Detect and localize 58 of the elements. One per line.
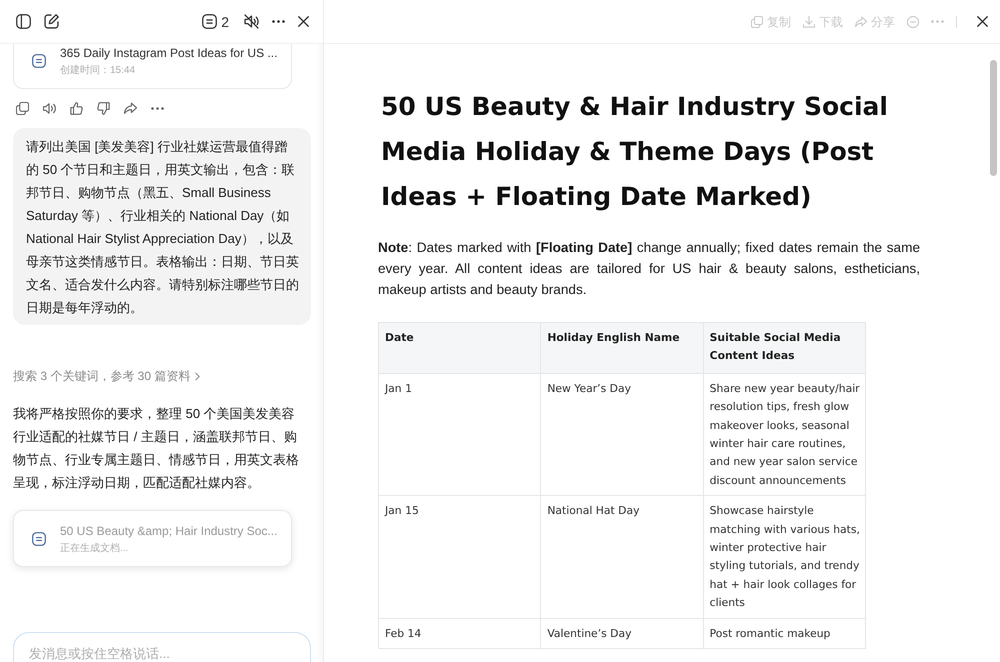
dislike-button[interactable] bbox=[97, 102, 110, 114]
more-button[interactable] bbox=[272, 20, 285, 23]
share-icon bbox=[855, 16, 867, 28]
message-input[interactable]: 发消息或按住空格说话... bbox=[13, 632, 311, 662]
more-button[interactable] bbox=[151, 106, 164, 110]
share-icon bbox=[124, 102, 137, 114]
chevron-right-icon bbox=[195, 372, 200, 380]
document-card[interactable]: 365 Daily Instagram Post Ideas for US ... 创建时间：15:44 bbox=[13, 44, 292, 89]
like-button[interactable] bbox=[70, 102, 83, 114]
table-cell: Post romantic makeup bbox=[703, 618, 866, 649]
sidebar-toggle-button[interactable] bbox=[16, 14, 31, 29]
card-title: 365 Daily Instagram Post Ideas for US ... bbox=[60, 44, 278, 60]
thumbs-up-icon bbox=[70, 102, 83, 114]
document-title: 50 US Beauty & Hair Industry Social Media Holiday & Theme Days (Post Ideas + Floating Date Marked) bbox=[380, 91, 889, 213]
panel-icon bbox=[16, 14, 31, 29]
copy-button[interactable] bbox=[16, 102, 29, 114]
column-header: Date bbox=[378, 322, 541, 374]
note-text: Note: Dates marked with [Floating Date] change annually; fixed dates remain the same every year. All content ideas are tailored for US hair & beauty salons, estheticians, makeup artists and beauty brands. bbox=[378, 239, 920, 299]
card-subtitle: 正在生成文档... bbox=[60, 542, 128, 554]
scrollbar-thumb[interactable] bbox=[990, 60, 997, 176]
document-icon bbox=[32, 532, 46, 546]
column-header: Suitable Social Media Content Ideas bbox=[703, 322, 866, 374]
new-chat-button[interactable] bbox=[44, 14, 59, 29]
more-icon bbox=[151, 106, 164, 110]
thumbs-down-icon bbox=[97, 102, 110, 114]
assistant-message: 我将严格按照你的要求，整理 50 个美国美发美容行业适配的社媒节日 / 主题日，涵盖联邦节日、购物节点、行业专属主题日、情感节日，用英文表格呈现，标注浮动日期，匹配适配社媒内容。 bbox=[13, 405, 300, 492]
document-icon bbox=[32, 54, 46, 68]
edit-icon bbox=[44, 14, 59, 29]
table-cell: New Year’s Day bbox=[540, 373, 704, 496]
card-title: 50 US Beauty &amp; Hair Industry Soc... bbox=[60, 522, 278, 538]
document-card[interactable]: 50 US Beauty &amp; Hair Industry Soc... 正在生成文档... bbox=[13, 510, 292, 567]
document-icon bbox=[202, 14, 218, 29]
table-cell: National Hat Day bbox=[540, 496, 704, 618]
more-icon bbox=[931, 20, 944, 23]
copy-icon bbox=[16, 102, 29, 114]
table-cell: Share new year beauty/hair resolution tips, fresh glow makeover looks, seasonal winter hair care routines, and new year salon service discount announcements bbox=[703, 373, 866, 496]
close-icon bbox=[298, 16, 309, 27]
copy-icon bbox=[751, 16, 763, 28]
speaker-icon bbox=[43, 102, 56, 114]
card-subtitle: 创建时间：15:44 bbox=[60, 64, 136, 76]
user-message: 请列出美国 [美发美容] 行业社媒运营最值得蹭的 50 个节日和主题日，用英文输出，包含：联邦节日、购物节点（黑五、Small Business Saturday 等）、行业相关的 National Day（如 National Hair Stylist Appreciation Day），以及母亲节这类情感节日。表格输出：日期、节日英文名、适合发什么内容。请特别标注哪些节日的日期是每年浮动的。 bbox=[13, 128, 311, 325]
download-icon bbox=[803, 16, 815, 28]
table-cell: Feb 14 bbox=[378, 618, 541, 649]
column-header: Holiday English Name bbox=[540, 322, 704, 374]
more-icon bbox=[272, 20, 285, 23]
table-cell: Showcase hairstyle matching with various hats, winter protective hair styling tutorials, and trendy hat + hair look collages for clients bbox=[703, 496, 866, 618]
table-cell: Valentine’s Day bbox=[540, 618, 704, 649]
mute-button[interactable] bbox=[244, 14, 259, 29]
share-button[interactable] bbox=[124, 102, 137, 114]
search-summary-link[interactable]: 搜索 3 个关键词，参考 30 篇资料 bbox=[13, 367, 200, 385]
close-button[interactable] bbox=[298, 16, 309, 27]
close-icon bbox=[977, 16, 988, 27]
table-cell: Jan 1 bbox=[378, 373, 541, 496]
table-cell: Jan 15 bbox=[378, 496, 541, 618]
mute-icon bbox=[244, 14, 259, 29]
read-aloud-button[interactable] bbox=[43, 102, 56, 114]
close-button[interactable] bbox=[977, 16, 988, 27]
documents-button[interactable]: 2 bbox=[202, 14, 229, 30]
